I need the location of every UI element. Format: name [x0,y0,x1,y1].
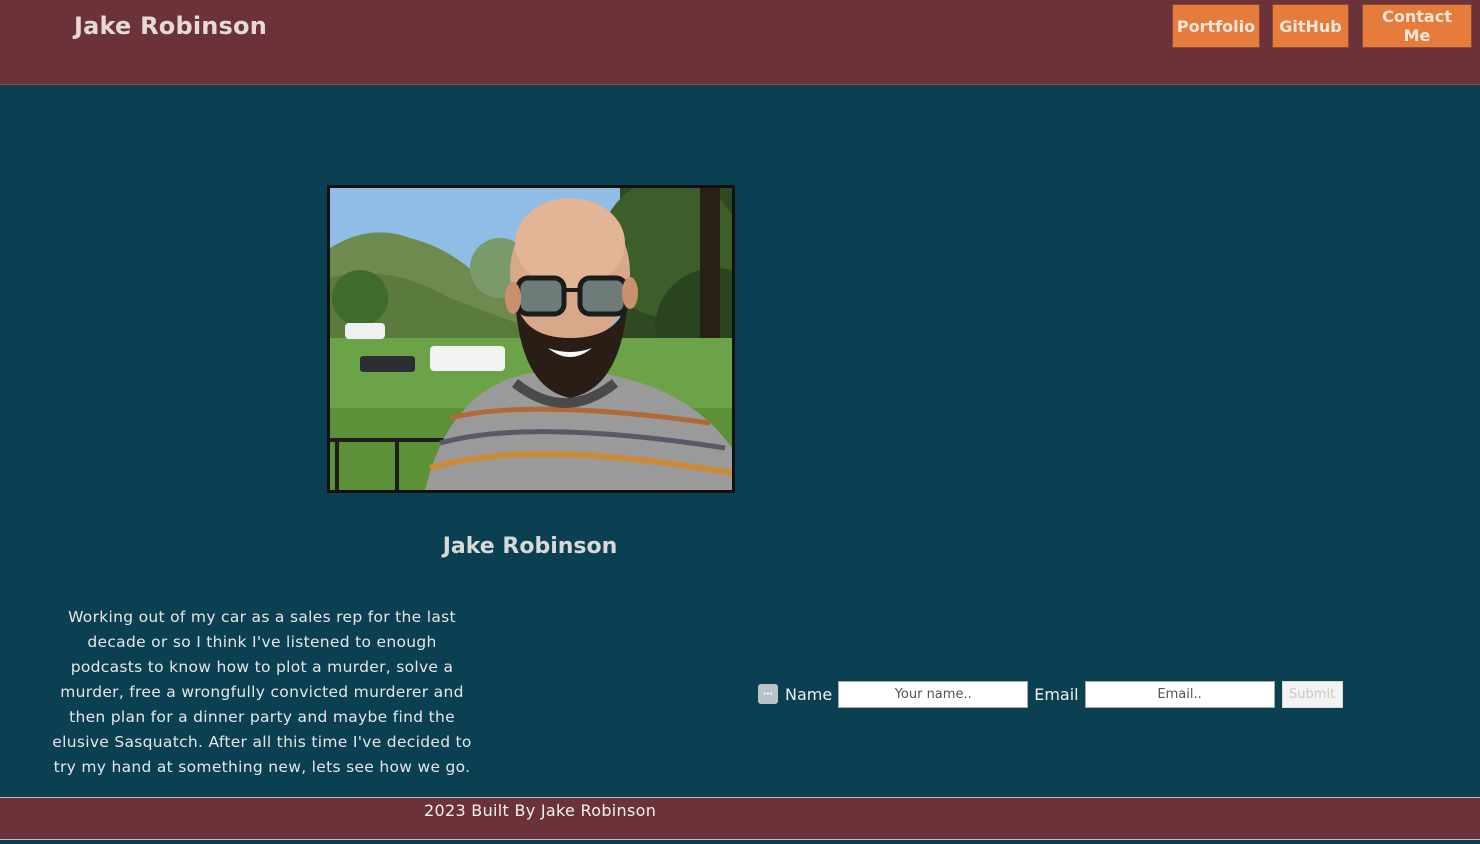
nav-contact-button[interactable]: Contact Me [1362,4,1472,48]
contact-form: ⋯ Name Email Submit [758,680,1343,708]
profile-photo [327,185,735,493]
profile-name: Jake Robinson [442,534,618,559]
bio-text: Working out of my car as a sales rep for… [52,608,472,776]
email-label: Email [1034,684,1079,704]
submit-button[interactable]: Submit [1281,680,1343,708]
site-header: Jake Robinson Portfolio GitHub Contact M… [0,0,1480,85]
nav-github-button[interactable]: GitHub [1272,4,1349,48]
more-options-icon[interactable]: ⋯ [758,684,778,704]
site-title[interactable]: Jake Robinson [74,12,267,40]
name-label: Name [785,684,833,704]
email-input[interactable] [1084,680,1275,708]
footer-text: 2023 Built By Jake Robinson [424,801,657,820]
name-input[interactable] [838,680,1029,708]
site-footer: 2023 Built By Jake Robinson [0,797,1480,840]
nav-portfolio-button[interactable]: Portfolio [1172,4,1260,48]
